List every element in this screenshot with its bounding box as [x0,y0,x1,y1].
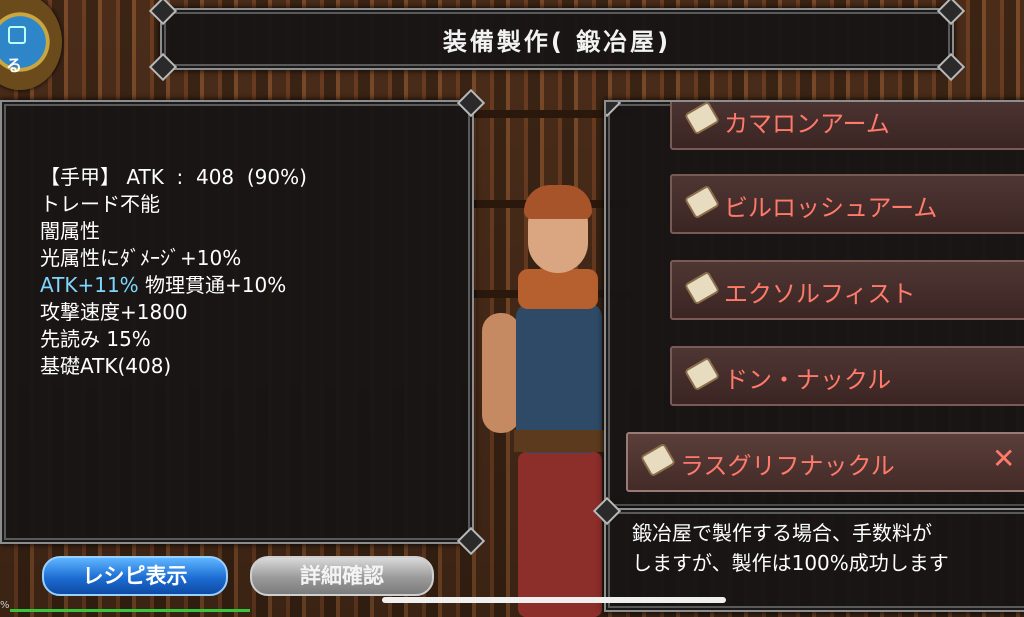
recipe-item[interactable]: エクソルフィスト [670,260,1024,320]
home-indicator[interactable] [382,597,726,603]
recipe-list-panel: カマロンアーム ビルロッシュアーム エクソルフィスト ドン・ナックル ラスグリフ… [604,100,1024,510]
stat-line: ATK+11% 物理貫通+10% [40,272,307,299]
recipe-scroll-icon [683,356,721,392]
recipe-item[interactable]: ビルロッシュアーム [670,174,1024,234]
stat-line: 攻撃速度+1800 [40,300,188,324]
stat-line: 【手甲】 ATK : 408 (90%) [40,165,307,189]
pierce-text: 物理貫通+10% [138,273,287,297]
stat-line: 闇属性 [40,219,100,243]
recipe-name: ビルロッシュアーム [724,194,938,222]
recipe-item[interactable]: カマロンアーム [670,102,1024,150]
title-bar: 装備製作( 鍛冶屋) [148,0,966,82]
item-stats: 【手甲】 ATK : 408 (90%) トレード不能 闇属性光属性にﾀﾞﾒｰｼﾞ+… [40,164,307,380]
recipe-scroll-icon [639,442,677,478]
back-button-label: る [6,56,23,75]
recipe-item-selected[interactable]: ラスグリフナックル ✕ [626,432,1024,492]
recipe-name: エクソルフィスト [724,280,916,308]
stat-line: 光属性にﾀﾞﾒｰｼﾞ+10% [40,246,242,270]
back-icon [8,26,26,44]
details-button[interactable]: 詳細確認 [250,556,434,596]
recipe-scroll-icon [683,102,721,136]
recipe-item[interactable]: ドン・ナックル [670,346,1024,406]
message-text: 鍛冶屋で製作する場合、手数料が しますが、製作は100%成功します [632,518,949,578]
blacksmith-character [478,185,618,617]
progress-percent-label: % [0,600,10,611]
recipe-name: ドン・ナックル [724,366,892,394]
message-line: 鍛冶屋で製作する場合、手数料が [632,521,932,545]
recipe-scroll-icon [683,270,721,306]
recipe-name: ラスグリフナックル [680,452,895,480]
page-title: 装備製作( 鍛冶屋) [442,28,672,56]
progress-bar [10,609,250,612]
stat-line: 先読み 15% [40,327,151,351]
recipe-scroll-icon [683,184,721,220]
stat-line: 基礎ATK(408) [40,354,172,378]
message-line: しますが、製作は100%成功します [632,551,949,575]
close-icon[interactable]: ✕ [992,442,1015,475]
atk-bonus-text: ATK+11% [40,273,139,297]
item-stats-panel: 【手甲】 ATK : 408 (90%) トレード不能 闇属性光属性にﾀﾞﾒｰｼﾞ+… [0,88,486,556]
stat-line: トレード不能 [40,192,160,216]
recipe-name: カマロンアーム [724,110,890,138]
recipe-display-button[interactable]: レシピ表示 [42,556,228,596]
